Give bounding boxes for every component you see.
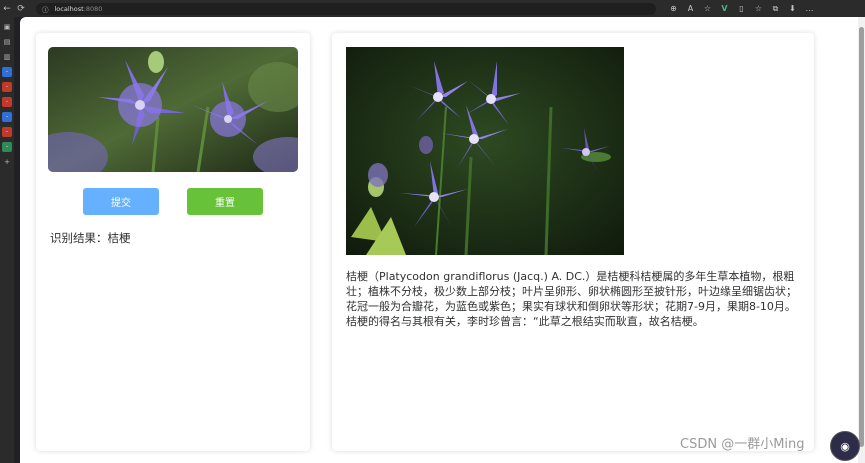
collections-icon[interactable]: ⧉ bbox=[770, 3, 781, 14]
address-bar[interactable]: ⓘ localhost:8080 bbox=[36, 2, 656, 15]
watermark: CSDN @一群小Ming bbox=[680, 437, 805, 452]
tab-icon[interactable]: ▥ bbox=[2, 52, 12, 62]
page-scrollbar[interactable] bbox=[858, 17, 865, 463]
tab-icon[interactable]: ▤ bbox=[2, 37, 12, 47]
reload-icon[interactable]: ⟳ bbox=[14, 2, 28, 16]
split-screen-icon[interactable]: ▯ bbox=[736, 3, 747, 14]
downloads-icon[interactable]: ⬇ bbox=[787, 3, 798, 14]
url-port: :8080 bbox=[83, 4, 103, 13]
tab-icon[interactable]: · bbox=[2, 127, 12, 137]
site-info-icon[interactable]: ⓘ bbox=[42, 4, 49, 14]
detail-card: 桔梗（Platycodon grandiflorus (Jacq.) A. DC… bbox=[332, 33, 814, 451]
tab-icon[interactable]: · bbox=[2, 142, 12, 152]
submit-button[interactable]: 提交 bbox=[83, 188, 159, 215]
page-viewport: 提交 重置 识别结果：桔梗 桔梗（Platycodon grandiflorus… bbox=[20, 17, 858, 463]
back-icon[interactable]: ← bbox=[0, 2, 14, 16]
reset-button[interactable]: 重置 bbox=[187, 188, 263, 215]
assistant-bubble-icon[interactable]: ◉ bbox=[830, 431, 860, 461]
extension-toolbar: ⊕ A ☆ V ▯ ☆ ⧉ ⬇ … bbox=[668, 3, 815, 14]
flower-reference-image bbox=[346, 47, 624, 255]
tab-icon[interactable]: · bbox=[2, 82, 12, 92]
uploaded-flower-image bbox=[48, 47, 298, 172]
browser-toolbar: ← ⟳ ⓘ localhost:8080 ⊕ A ☆ V ▯ ☆ ⧉ ⬇ … bbox=[0, 0, 865, 17]
vue-devtools-icon[interactable]: V bbox=[719, 3, 730, 14]
more-icon[interactable]: … bbox=[804, 3, 815, 14]
zoom-icon[interactable]: ⊕ bbox=[668, 3, 679, 14]
tab-icon[interactable]: · bbox=[2, 112, 12, 122]
url-host: localhost bbox=[54, 4, 84, 13]
tab-icon[interactable]: · bbox=[2, 67, 12, 77]
favorite-icon[interactable]: ☆ bbox=[702, 3, 713, 14]
upload-card: 提交 重置 识别结果：桔梗 bbox=[36, 33, 310, 451]
tab-icon[interactable]: · bbox=[2, 97, 12, 107]
favorites-bar-icon[interactable]: ☆ bbox=[753, 3, 764, 14]
vertical-tab-rail: ▣ ▤ ▥ · · · · · · + bbox=[0, 17, 14, 463]
scrollbar-thumb[interactable] bbox=[859, 27, 864, 447]
tab-actions-icon[interactable]: ▣ bbox=[2, 22, 12, 32]
recognition-result: 识别结果：桔梗 bbox=[50, 231, 131, 245]
new-tab-icon[interactable]: + bbox=[2, 157, 12, 167]
flower-description: 桔梗（Platycodon grandiflorus (Jacq.) A. DC… bbox=[346, 270, 797, 328]
read-aloud-icon[interactable]: A bbox=[685, 3, 696, 14]
